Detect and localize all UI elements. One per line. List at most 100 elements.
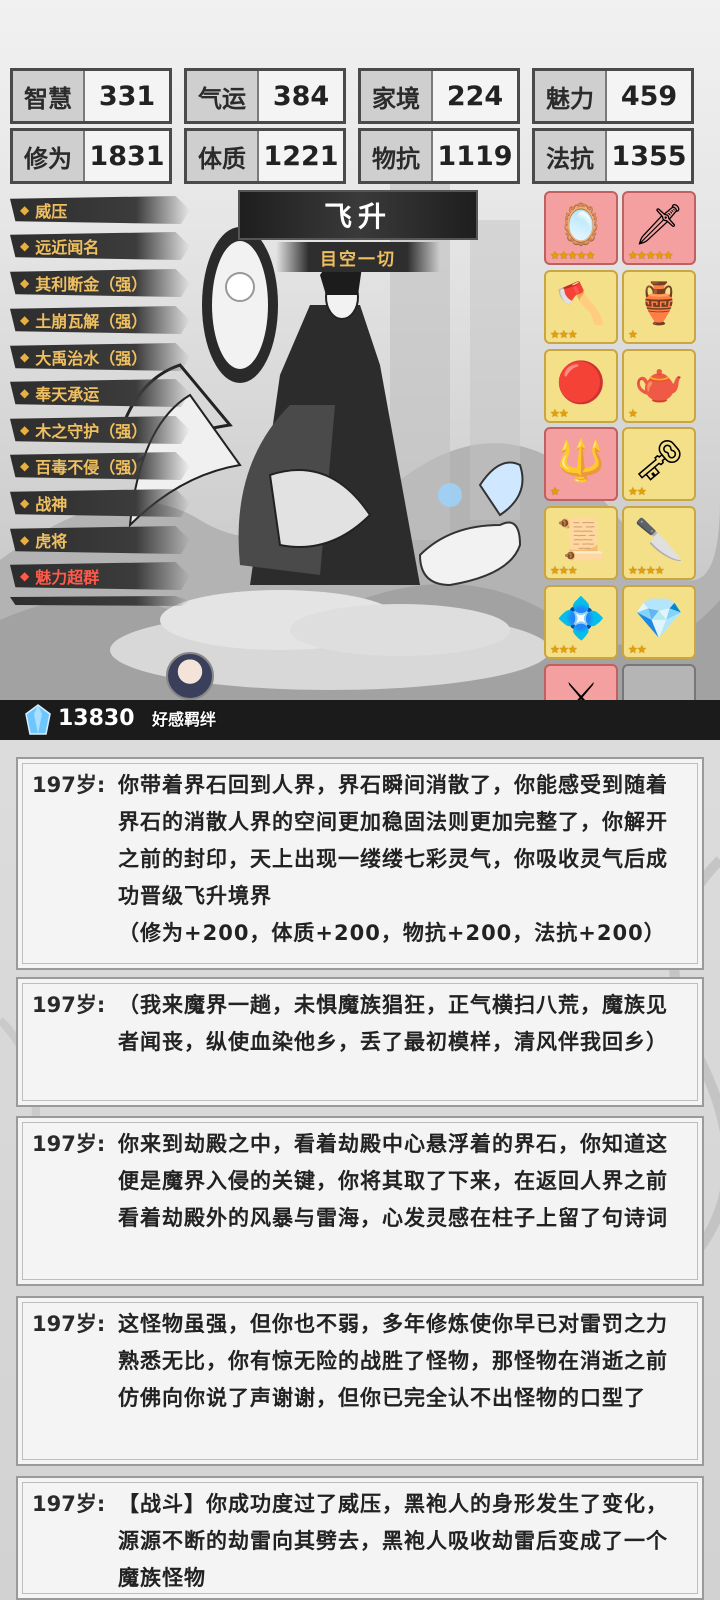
star-rating: ★★	[628, 485, 647, 498]
red-orb-icon: 🔴	[556, 360, 606, 406]
stat-luck: 气运 384	[184, 68, 346, 124]
stat-value: 331	[85, 71, 169, 121]
trait-item[interactable]: ◆ 大禹治水（强）	[10, 343, 190, 371]
trait-label: 土崩瓦解（强）	[35, 312, 148, 331]
diamond-icon: ◆	[20, 203, 30, 217]
star-rating: ★★★★★	[550, 249, 595, 262]
trait-label: 其利断金（强）	[35, 275, 148, 294]
stat-value: 1831	[85, 131, 169, 181]
diamond-icon: ◆	[20, 386, 30, 400]
star-rating: ★★	[550, 407, 569, 420]
realm-title: 飞升	[238, 190, 478, 240]
jade-blade-icon: 🔪	[634, 517, 684, 563]
stat-label: 气运	[187, 71, 259, 121]
log-text: 你带着界石回到人界，界石瞬间消散了，你能感受到随着界石的消散人界的空间更加稳固法…	[118, 767, 684, 960]
incense-burner-icon: 🏺	[634, 281, 684, 327]
log-text: （我来魔界一趟，未惧魔族猖狂，正气横扫八荒，魔族见者闻丧，纵使血染他乡，丢了最初…	[118, 993, 668, 1054]
item-slot[interactable]: 🫖 ★	[622, 349, 696, 423]
realm-subtitle: 目空一切	[276, 242, 440, 272]
trait-label: 奉天承运	[35, 385, 100, 404]
crystal-gem-icon	[25, 704, 51, 735]
trait-item[interactable]: ◆ 战神	[10, 489, 190, 517]
trait-label: 百毒不侵（强）	[35, 458, 148, 477]
item-slot[interactable]: 🔱 ★	[544, 427, 618, 501]
trait-item[interactable]: ◆ 远近闻名	[10, 232, 190, 260]
stat-label: 智慧	[13, 71, 85, 121]
stat-wisdom: 智慧 331	[10, 68, 172, 124]
companion-avatar[interactable]	[166, 652, 214, 700]
trait-item[interactable]: ◆ 百毒不侵（强）	[10, 452, 190, 480]
stat-value: 384	[259, 71, 343, 121]
golden-axe-icon: 🪓	[556, 281, 606, 327]
blue-talisman-icon: 💠	[556, 596, 606, 642]
star-rating: ★	[628, 407, 638, 420]
log-entry: 197岁: 你带着界石回到人界，界石瞬间消散了，你能感受到随着界石的消散人界的空…	[16, 757, 704, 970]
star-rating: ★★★★	[628, 564, 664, 577]
stat-label: 体质	[187, 131, 259, 181]
stat-value: 1355	[607, 131, 691, 181]
log-age: 197岁:	[32, 993, 106, 1017]
trait-label: 虎将	[35, 532, 68, 551]
trait-label: 威压	[35, 202, 68, 221]
star-rating: ★★★	[550, 328, 578, 341]
log-text: 你来到劫殿之中，看着劫殿中心悬浮着的界石，你知道这便是魔界入侵的关键，你将其取了…	[118, 1132, 668, 1230]
log-entry: 197岁: 【战斗】你成功度过了威压，黑袍人的身形发生了变化，源源不断的劫雷向其…	[16, 1476, 704, 1600]
log-entry: 197岁: 这怪物虽强，但你也不弱，多年修炼使你早已对雷罚之力熟悉无比，你有惊无…	[16, 1296, 704, 1466]
item-slot[interactable]: 🔴 ★★	[544, 349, 618, 423]
log-entry: 197岁: （我来魔界一趟，未惧魔族猖狂，正气横扫八荒，魔族见者闻丧，纵使血染他…	[16, 977, 704, 1107]
item-slot[interactable]: 💠 ★★★	[544, 585, 618, 659]
log-text-bonus: （修为+200，体质+200，物抗+200，法抗+200）	[118, 921, 666, 945]
diamond-icon: ◆	[20, 276, 30, 290]
item-slot[interactable]: 🗝 ★★	[622, 427, 696, 501]
currency-value: 13830	[58, 706, 135, 731]
golden-key-icon: 🗝	[633, 438, 685, 484]
log-text: 【战斗】你成功度过了威压，黑袍人的身形发生了变化，源源不断的劫雷向其劈去，黑袍人…	[118, 1492, 668, 1590]
log-entry: 197岁: 你来到劫殿之中，看着劫殿中心悬浮着的界石，你知道这便是魔界入侵的关键…	[16, 1116, 704, 1286]
diamond-icon: ◆	[20, 423, 30, 437]
trait-label: 大禹治水（强）	[35, 349, 148, 368]
diamond-icon: ◆	[20, 533, 30, 547]
stat-value: 459	[607, 71, 691, 121]
stat-label: 物抗	[361, 131, 433, 181]
trait-item[interactable]: ◆ 其利断金（强）	[10, 269, 190, 297]
diamond-icon: ◆	[20, 350, 30, 364]
item-slot[interactable]: 📜 ★★★	[544, 506, 618, 580]
affection-bond-button[interactable]: 好感羁绊	[152, 706, 216, 730]
item-slot[interactable]: 🏺 ★	[622, 270, 696, 344]
log-age: 197岁:	[32, 773, 106, 797]
item-slot[interactable]: 💎 ★★	[622, 585, 696, 659]
trident-icon: 🔱	[556, 438, 606, 484]
diamond-icon: ◆	[20, 459, 30, 473]
sword-icon: 🗡	[633, 202, 685, 248]
item-slot[interactable]: 🔪 ★★★★	[622, 506, 696, 580]
trait-item[interactable]: ◆ 木之守护（强）	[10, 416, 190, 444]
stat-label: 魅力	[535, 71, 607, 121]
diamond-icon: ◆	[20, 496, 30, 510]
mirror-icon: 🪞	[556, 202, 606, 248]
star-rating: ★	[550, 485, 560, 498]
trait-item[interactable]: ◆ 威压	[10, 196, 190, 224]
item-slot[interactable]: 🪓 ★★★	[544, 270, 618, 344]
teapot-icon: 🫖	[634, 360, 684, 406]
star-rating: ★★★★★	[628, 249, 673, 262]
trait-item[interactable]: ◆ 土崩瓦解（强）	[10, 306, 190, 334]
trait-item[interactable]: ◆ 虎将	[10, 526, 190, 554]
trait-item-partial[interactable]	[10, 596, 190, 606]
stat-physical-resist: 物抗 1119	[358, 128, 520, 184]
stat-family: 家境 224	[358, 68, 520, 124]
item-slot[interactable]: 🪞 ★★★★★	[544, 191, 618, 265]
item-slot[interactable]: 🗡 ★★★★★	[622, 191, 696, 265]
rainbow-crystal-icon: 💎	[634, 596, 684, 642]
diamond-icon: ◆	[20, 239, 30, 253]
diamond-icon: ◆	[20, 313, 30, 327]
character-panel: 智慧 331 气运 384 家境 224 魅力 459 修为 1831 体质 1…	[0, 0, 720, 740]
stat-charm: 魅力 459	[532, 68, 694, 124]
stat-value: 1119	[433, 131, 517, 181]
stat-cultivation: 修为 1831	[10, 128, 172, 184]
trait-label: 战神	[35, 495, 68, 514]
stat-value: 1221	[259, 131, 343, 181]
star-rating: ★★	[628, 643, 647, 656]
diamond-icon: ◆	[20, 569, 30, 583]
trait-item[interactable]: ◆ 奉天承运	[10, 379, 190, 407]
trait-item[interactable]: ◆ 魅力超群	[10, 562, 190, 590]
